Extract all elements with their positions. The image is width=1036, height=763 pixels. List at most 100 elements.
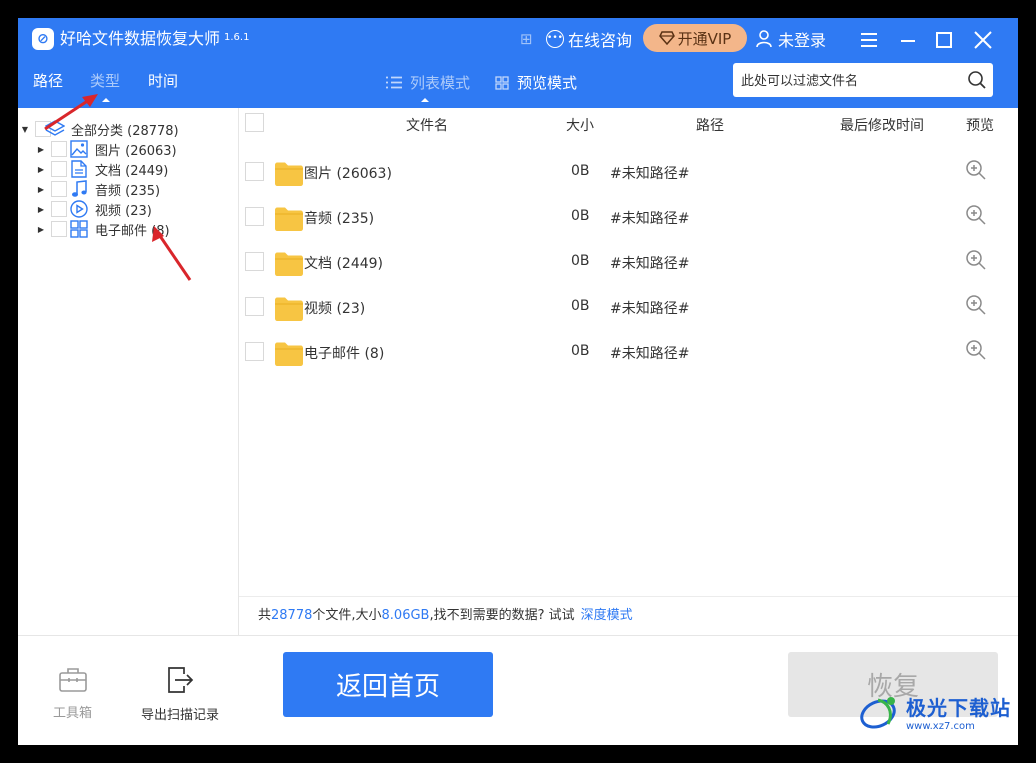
table-row[interactable]: 音频 (235) 0B #未知路径# — [239, 198, 1018, 243]
tab-type[interactable]: 类型 — [90, 70, 120, 91]
column-header-size[interactable]: 大小 — [566, 115, 594, 135]
status-suffix: ,找不到需要的数据? 试试 — [429, 608, 575, 623]
export-scan-record-button[interactable]: 导出扫描记录 — [141, 666, 219, 723]
row-checkbox[interactable] — [245, 162, 264, 181]
file-name: 图片 (26063) — [304, 166, 392, 182]
layers-icon — [45, 119, 65, 139]
minimize-icon[interactable] — [896, 28, 920, 52]
zoom-preview-icon[interactable] — [965, 204, 987, 226]
caret-right-icon[interactable]: ▶ — [36, 165, 46, 174]
deep-mode-link[interactable]: 深度模式 — [581, 608, 633, 623]
watermark-logo-icon — [860, 697, 896, 729]
select-all-checkbox[interactable] — [245, 113, 264, 132]
caret-right-icon[interactable]: ▶ — [36, 225, 46, 234]
tab-time[interactable]: 时间 — [148, 70, 178, 91]
row-checkbox[interactable] — [245, 297, 264, 316]
filter-search-input[interactable] — [739, 69, 963, 93]
file-path: #未知路径# — [610, 166, 690, 182]
row-checkbox[interactable] — [245, 252, 264, 271]
status-total-size: 8.06GB — [381, 608, 430, 623]
tree-item-label: 图片 (26063) — [95, 143, 177, 159]
tree-item-images[interactable]: ▶ 图片 (26063) — [36, 139, 177, 159]
video-icon — [69, 199, 89, 219]
folder-icon — [275, 207, 303, 231]
zoom-preview-icon[interactable] — [965, 294, 987, 316]
caret-right-icon[interactable]: ▶ — [36, 205, 46, 214]
tab-path[interactable]: 路径 — [33, 70, 63, 91]
export-scan-record-label: 导出扫描记录 — [141, 708, 220, 723]
tree-item-documents[interactable]: ▶ 文档 (2449) — [36, 159, 168, 179]
toolbox-label: 工具箱 — [53, 706, 93, 721]
app-title: 好哈文件数据恢复大师 — [60, 29, 221, 48]
table-row[interactable]: 图片 (26063) 0B #未知路径# — [239, 153, 1018, 198]
tree-item-label: 电子邮件 (8) — [95, 223, 170, 239]
folder-icon — [275, 252, 303, 276]
file-size: 0B — [571, 208, 590, 224]
checkbox[interactable] — [51, 161, 67, 177]
list-mode-label: 列表模式 — [410, 74, 471, 92]
chat-icon: ••• — [546, 30, 564, 48]
tree-item-audio[interactable]: ▶ 音频 (235) — [36, 179, 160, 199]
checkbox[interactable] — [51, 201, 67, 217]
user-icon — [756, 30, 772, 48]
return-home-button[interactable]: 返回首页 — [283, 652, 493, 717]
export-icon — [168, 667, 194, 693]
file-size: 0B — [571, 298, 590, 314]
tree-item-video[interactable]: ▶ 视频 (23) — [36, 199, 152, 219]
caret-right-icon[interactable]: ▶ — [36, 185, 46, 194]
tree-item-label: 文档 (2449) — [95, 163, 169, 179]
mode-active-indicator — [421, 98, 429, 102]
table-row[interactable]: 视频 (23) 0B #未知路径# — [239, 288, 1018, 333]
tree-item-label: 音频 (235) — [95, 183, 161, 199]
column-header-path[interactable]: 路径 — [696, 115, 724, 135]
title-bar: ⊘ 好哈文件数据恢复大师 1.6.1 ⊞ ••• 在线咨询 开通VIP 未登录 — [18, 18, 1018, 108]
file-path: #未知路径# — [610, 346, 690, 362]
file-size: 0B — [571, 253, 590, 269]
column-header-name[interactable]: 文件名 — [406, 115, 448, 135]
tree-item-email[interactable]: ▶ 电子邮件 (8) — [36, 219, 170, 239]
preview-mode-label: 预览模式 — [517, 74, 578, 92]
file-size: 0B — [571, 343, 590, 359]
row-checkbox[interactable] — [245, 342, 264, 361]
close-icon[interactable] — [971, 28, 995, 52]
folder-icon — [275, 342, 303, 366]
checkbox[interactable] — [51, 221, 67, 237]
table-row[interactable]: 电子邮件 (8) 0B #未知路径# — [239, 333, 1018, 378]
row-checkbox[interactable] — [245, 207, 264, 226]
toolbox-icon — [58, 668, 87, 692]
diamond-icon — [658, 31, 675, 45]
online-consult-button[interactable]: ••• 在线咨询 — [546, 27, 632, 51]
folder-icon — [275, 162, 303, 186]
qr-code-icon[interactable]: ⊞ — [520, 30, 533, 48]
caret-right-icon[interactable]: ▶ — [36, 145, 46, 154]
menu-icon[interactable] — [857, 28, 881, 52]
status-prefix: 共 — [258, 608, 272, 623]
maximize-icon[interactable] — [932, 28, 956, 52]
app-window: ⊘ 好哈文件数据恢复大师 1.6.1 ⊞ ••• 在线咨询 开通VIP 未登录 — [18, 18, 1018, 745]
category-tree: ▼ 全部分类 (28778) ▶ 图片 (26063) ▶ 文档 (2449) … — [18, 108, 239, 635]
login-button[interactable]: 未登录 — [756, 27, 826, 51]
watermark-text: 极光下载站 — [906, 696, 1011, 720]
status-file-count: 28778 — [271, 608, 313, 623]
image-icon — [69, 139, 89, 159]
preview-mode-button[interactable]: 预览模式 — [495, 72, 577, 93]
tree-root[interactable]: ▼ 全部分类 (28778) — [20, 119, 179, 139]
checkbox[interactable] — [51, 141, 67, 157]
status-bar: 共28778个文件,大小8.06GB,找不到需要的数据? 试试 深度模式 — [239, 596, 1018, 635]
table-row[interactable]: 文档 (2449) 0B #未知路径# — [239, 243, 1018, 288]
zoom-preview-icon[interactable] — [965, 249, 987, 271]
caret-down-icon[interactable]: ▼ — [20, 125, 30, 134]
file-name: 文档 (2449) — [304, 256, 384, 272]
toolbox-button[interactable]: 工具箱 — [53, 666, 92, 721]
file-path: #未知路径# — [610, 256, 690, 272]
watermark: 极光下载站 www.xz7.com — [858, 692, 1011, 732]
list-mode-button[interactable]: 列表模式 — [386, 72, 470, 93]
zoom-preview-icon[interactable] — [965, 159, 987, 181]
list-icon — [386, 76, 402, 89]
zoom-preview-icon[interactable] — [965, 339, 987, 361]
search-icon[interactable] — [967, 70, 987, 90]
column-header-modified[interactable]: 最后修改时间 — [840, 115, 924, 135]
file-name: 音频 (235) — [304, 211, 375, 227]
checkbox[interactable] — [51, 181, 67, 197]
vip-button[interactable]: 开通VIP — [643, 24, 747, 52]
